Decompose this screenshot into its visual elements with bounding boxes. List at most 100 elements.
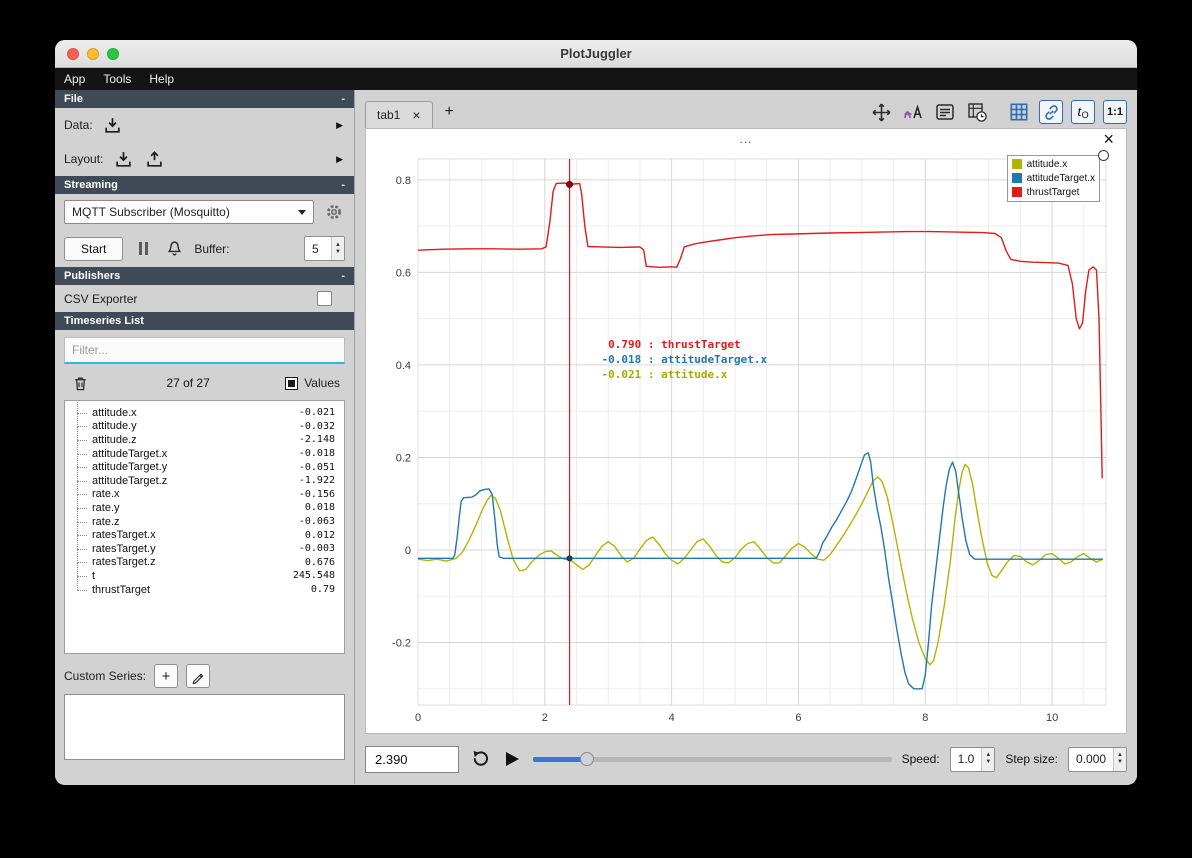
streaming-source-select[interactable]: MQTT Subscriber (Mosquitto) <box>64 200 314 224</box>
slider-handle[interactable] <box>579 752 594 766</box>
aspect-ratio-icon[interactable]: 1:1 <box>1103 100 1127 124</box>
section-header-file[interactable]: File - <box>55 90 354 108</box>
chart-canvas[interactable]: 0 2 4 6 8 10 -0.2 0 0.2 0.4 0.6 0.8 <box>374 149 1118 729</box>
legend-list-icon[interactable] <box>933 100 957 124</box>
legend-entry[interactable]: attitude.x <box>1011 157 1095 171</box>
gear-icon[interactable] <box>323 201 345 223</box>
timeseries-value: -0.018 <box>298 448 335 460</box>
start-button[interactable]: Start <box>64 236 124 261</box>
add-custom-series-button[interactable]: + <box>154 664 179 688</box>
grid-icon[interactable] <box>1007 100 1031 124</box>
plot-close-icon[interactable]: × <box>1103 130 1114 148</box>
window-minimize-button[interactable] <box>87 47 99 60</box>
data-expand-arrow-icon[interactable]: ▶ <box>336 120 343 131</box>
play-icon[interactable] <box>501 748 523 770</box>
section-header-publishers[interactable]: Publishers - <box>55 267 354 285</box>
spin-down-icon[interactable]: ▼ <box>982 759 994 766</box>
pan-zoom-icon[interactable] <box>869 100 893 124</box>
plot-legend[interactable]: attitude.x attitudeTarget.x thrustTarget <box>1006 155 1100 202</box>
timeseries-item[interactable]: attitudeTarget.x -0.018 <box>67 439 342 461</box>
timeseries-name: ratesTarget.z <box>92 556 156 569</box>
plot-corner-handle-icon[interactable] <box>1098 150 1109 161</box>
timeseries-list[interactable]: attitude.x -0.021 attitude.y -0.032 attitude… <box>64 400 345 654</box>
loop-icon[interactable] <box>469 748 491 770</box>
trash-icon[interactable] <box>69 372 91 394</box>
layout-expand-arrow-icon[interactable]: ▶ <box>336 154 343 165</box>
time-offset-icon[interactable]: tO <box>1071 100 1095 124</box>
timeseries-name: attitude.x <box>92 406 137 419</box>
pause-icon[interactable] <box>132 238 154 260</box>
step-size-spinbox[interactable]: 0.000 ▲ ▼ <box>1068 746 1127 772</box>
traffic-lights <box>67 47 119 60</box>
y-tick-label: 0.8 <box>396 175 411 187</box>
custom-series-panel <box>64 694 345 760</box>
legend-label: attitude.x <box>1026 158 1068 170</box>
link-icon[interactable] <box>1039 100 1063 124</box>
save-layout-icon[interactable] <box>143 148 165 170</box>
plot-splitter-dots[interactable]: ... <box>739 132 752 146</box>
timeline-slider[interactable] <box>533 746 892 772</box>
timeseries-item[interactable]: ratesTarget.z 0.676 <box>67 548 342 570</box>
timeseries-name: attitude.y <box>92 420 137 433</box>
datetime-icon[interactable] <box>965 100 989 124</box>
timeseries-item[interactable]: attitude.y -0.032 <box>67 412 342 434</box>
timeseries-item[interactable]: rate.x -0.156 <box>67 480 342 502</box>
collapse-icon: - <box>341 93 345 105</box>
x-tick-label: 2 <box>542 712 548 724</box>
spin-buttons: ▲ ▼ <box>331 237 344 260</box>
spin-up-icon[interactable]: ▲ <box>332 242 344 249</box>
menu-tools[interactable]: Tools <box>94 72 140 86</box>
window-close-button[interactable] <box>67 47 79 60</box>
timeseries-item[interactable]: ratesTarget.x 0.012 <box>67 521 342 542</box>
timeseries-item[interactable]: thrustTarget 0.79 <box>67 575 342 597</box>
current-time-field[interactable]: 2.390 <box>365 745 459 773</box>
timeseries-item[interactable]: rate.z -0.063 <box>67 507 342 529</box>
section-header-streaming[interactable]: Streaming - <box>55 176 354 194</box>
menu-help[interactable]: Help <box>140 72 183 86</box>
legend-label: attitudeTarget.x <box>1026 172 1095 184</box>
timeseries-item[interactable]: attitude.z -2.148 <box>67 426 342 447</box>
y-tick-label: -0.2 <box>392 638 411 650</box>
legend-entry[interactable]: thrustTarget <box>1011 185 1095 199</box>
timeseries-name: attitudeTarget.x <box>92 447 168 460</box>
slider-track[interactable] <box>533 752 892 766</box>
csv-exporter-checkbox[interactable] <box>317 291 332 306</box>
tab-tab1[interactable]: tab1 × <box>365 101 433 128</box>
timeseries-item[interactable]: ratesTarget.y -0.003 <box>67 535 342 556</box>
spin-up-icon[interactable]: ▲ <box>1114 752 1126 759</box>
edit-custom-series-button[interactable] <box>186 664 211 688</box>
spin-up-icon[interactable]: ▲ <box>982 752 994 759</box>
y-tick-label: 0.4 <box>396 360 411 372</box>
custom-series-row: Custom Series: + <box>55 656 354 694</box>
text-style-icon[interactable] <box>901 100 925 124</box>
timeseries-item[interactable]: attitudeTarget.z -1.922 <box>67 467 342 488</box>
section-title: File <box>64 93 83 105</box>
timeseries-value: 0.012 <box>304 529 335 541</box>
timeseries-item[interactable]: rate.y 0.018 <box>67 494 342 515</box>
new-tab-button[interactable]: + <box>433 101 466 123</box>
timeseries-item[interactable]: attitudeTarget.y -0.051 <box>67 453 342 474</box>
timeseries-name: rate.y <box>92 501 120 514</box>
filter-input[interactable] <box>64 337 345 364</box>
section-header-timeseries[interactable]: Timeseries List <box>55 312 354 330</box>
load-data-icon[interactable] <box>102 114 124 136</box>
tab-close-icon[interactable]: × <box>412 108 420 122</box>
spin-down-icon[interactable]: ▼ <box>332 249 344 256</box>
buffer-spinbox[interactable]: 5 ▲ ▼ <box>304 236 345 261</box>
legend-entry[interactable]: attitudeTarget.x <box>1011 171 1095 185</box>
speed-spinbox[interactable]: 1.0 ▲ ▼ <box>949 746 996 772</box>
values-toggle[interactable]: Values <box>285 376 340 390</box>
buffer-value: 5 <box>312 241 319 256</box>
load-layout-icon[interactable] <box>112 148 134 170</box>
window-zoom-button[interactable] <box>107 47 119 60</box>
timeseries-item[interactable]: attitude.x -0.021 <box>67 401 342 420</box>
menu-app[interactable]: App <box>55 72 94 86</box>
timeseries-item[interactable]: t 245.548 <box>67 562 342 583</box>
main-area: tab1 × + t O 1:1 ... × 0 2 4 6 8 10 -0.2… <box>355 90 1137 784</box>
menu-bar: App Tools Help <box>55 68 1137 90</box>
spin-down-icon[interactable]: ▼ <box>1114 759 1126 766</box>
bell-icon[interactable] <box>163 238 185 260</box>
section-title: Timeseries List <box>64 315 144 327</box>
tracker-readout-line: -0.021 : attitude.x <box>601 368 728 382</box>
timeseries-name: ratesTarget.y <box>92 542 156 555</box>
